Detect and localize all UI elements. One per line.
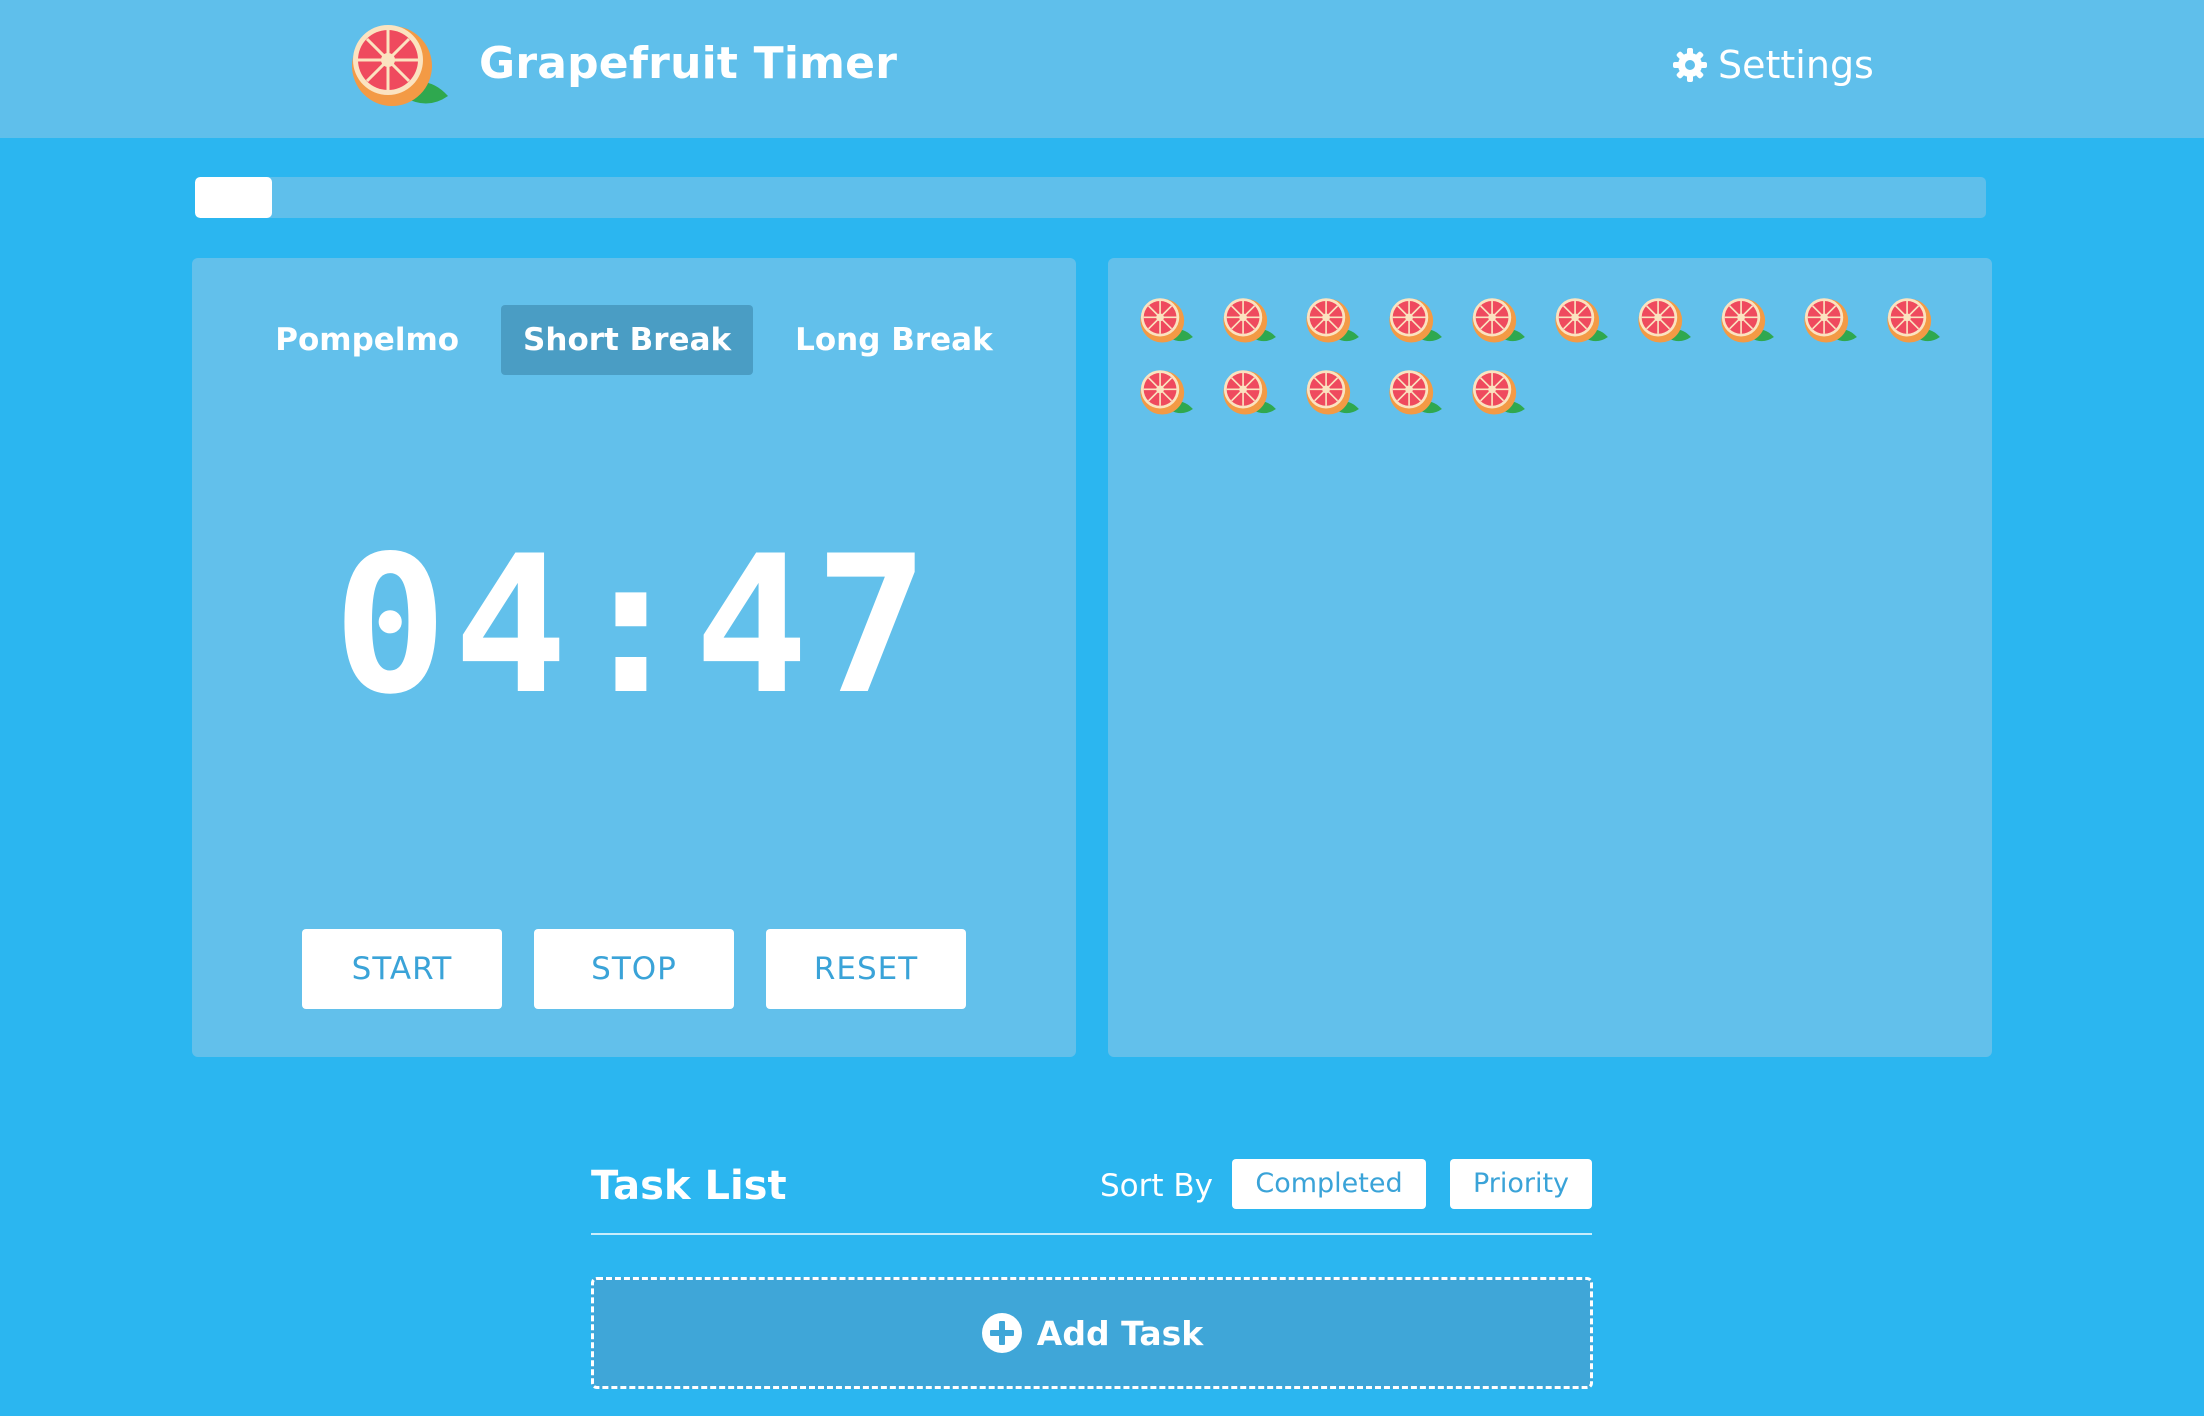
sort-priority-button[interactable]: Priority xyxy=(1450,1159,1592,1209)
grapefruit-icon xyxy=(1389,298,1442,343)
grapefruit-icon xyxy=(1223,370,1276,415)
add-task-button[interactable]: Add Task xyxy=(591,1277,1593,1389)
plus-circle-icon xyxy=(981,1313,1022,1353)
timer-panel: Pompelmo Short Break Long Break 04:47 ST… xyxy=(192,258,1076,1057)
timer-controls: START STOP RESET xyxy=(192,929,1076,1009)
start-button[interactable]: START xyxy=(302,929,502,1009)
reset-button[interactable]: RESET xyxy=(766,929,966,1009)
tab-pompelmo[interactable]: Pompelmo xyxy=(253,305,481,375)
grapefruit-icon xyxy=(1306,298,1359,343)
grapefruit-icon xyxy=(1223,298,1276,343)
grapefruit-icon xyxy=(1638,298,1691,343)
completed-pomodoros-panel xyxy=(1108,258,1992,1057)
grapefruit-icon xyxy=(1804,298,1857,343)
grapefruit-grid xyxy=(1136,290,1976,420)
add-task-label: Add Task xyxy=(1036,1313,1204,1353)
task-list-title: Task List xyxy=(591,1163,787,1209)
progress-fill xyxy=(195,177,272,218)
task-list-divider xyxy=(591,1233,1592,1235)
gear-icon xyxy=(1673,48,1707,82)
tab-short-break[interactable]: Short Break xyxy=(501,305,754,375)
app-title: Grapefruit Timer xyxy=(479,38,898,89)
stop-button[interactable]: STOP xyxy=(534,929,734,1009)
sort-completed-button[interactable]: Completed xyxy=(1232,1159,1426,1209)
timer-display: 04:47 xyxy=(333,515,935,736)
grapefruit-icon xyxy=(1887,298,1940,343)
grapefruit-icon xyxy=(1472,370,1525,415)
sort-by-label: Sort By xyxy=(1100,1168,1214,1204)
grapefruit-icon xyxy=(1140,298,1193,343)
tab-long-break[interactable]: Long Break xyxy=(773,305,1015,375)
mode-tabs: Pompelmo Short Break Long Break xyxy=(192,305,1076,375)
grapefruit-icon xyxy=(1140,370,1193,415)
task-list-header: Task List Sort By Completed Priority xyxy=(591,1150,1592,1234)
grapefruit-icon xyxy=(1472,298,1525,343)
session-progress-bar xyxy=(195,177,1986,218)
grapefruit-icon xyxy=(1555,298,1608,343)
grapefruit-icon xyxy=(1306,370,1359,415)
app-header: Grapefruit Timer Settings xyxy=(0,0,2204,138)
grapefruit-icon xyxy=(1721,298,1774,343)
grapefruit-icon xyxy=(352,25,448,106)
settings-label: Settings xyxy=(1718,43,1874,87)
settings-button[interactable]: Settings xyxy=(1672,38,1874,92)
grapefruit-icon xyxy=(1389,370,1442,415)
